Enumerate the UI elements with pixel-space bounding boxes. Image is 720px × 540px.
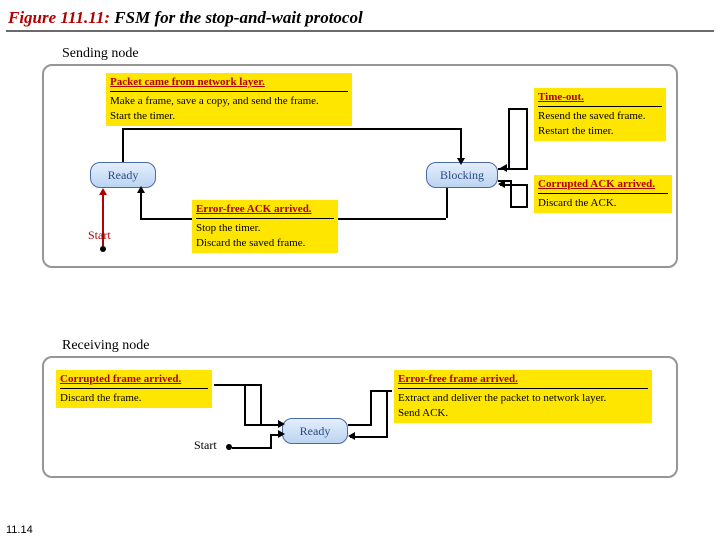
connector [122, 128, 124, 162]
page-number: 11.14 [6, 524, 33, 536]
action-text: Make a frame, save a copy, and send the … [110, 94, 348, 109]
connector [122, 128, 460, 130]
event-text: Error-free ACK arrived. [196, 202, 334, 217]
connector [508, 108, 528, 110]
event-text: Corrupted ACK arrived. [538, 177, 668, 192]
arrow-head [498, 180, 505, 188]
connector [370, 390, 392, 392]
connector [508, 108, 510, 168]
sending-node-label: Sending node [62, 46, 139, 62]
event-text: Corrupted frame arrived. [60, 372, 208, 387]
action-text: Restart the timer. [538, 124, 662, 139]
state-ready-receiving: Ready [282, 418, 348, 444]
arrow-head [278, 430, 285, 438]
event-error-free-ack: Error-free ACK arrived. Stop the timer. … [192, 200, 338, 253]
action-text: Extract and deliver the packet to networ… [398, 391, 648, 406]
event-corrupted-frame: Corrupted frame arrived. Discard the fra… [56, 370, 212, 408]
connector [140, 218, 192, 220]
start-arrow-head [99, 188, 107, 195]
action-text: Send ACK. [398, 406, 648, 421]
connector [244, 384, 246, 424]
state-blocking: Blocking [426, 162, 498, 188]
connector [386, 390, 388, 436]
connector [338, 218, 446, 220]
start-label-sending: Start [88, 228, 111, 243]
figure-title: Figure 111.11: FSM for the stop-and-wait… [0, 0, 720, 30]
connector [526, 184, 528, 208]
start-arrow-line [102, 190, 104, 246]
event-packet-from-network: Packet came from network layer. Make a f… [106, 73, 352, 126]
connector [270, 434, 272, 448]
connector [370, 390, 372, 424]
title-divider [6, 30, 714, 32]
figure-number: Figure 111.11: [8, 8, 110, 27]
action-text: Resend the saved frame. [538, 109, 662, 124]
state-ready-sending: Ready [90, 162, 156, 188]
divider [538, 193, 668, 194]
action-text: Discard the frame. [60, 391, 208, 406]
divider [538, 106, 662, 107]
event-error-free-frame: Error-free frame arrived. Extract and de… [394, 370, 652, 423]
arrow-head [278, 420, 285, 428]
start-dot [100, 246, 106, 252]
action-text: Discard the ACK. [538, 196, 668, 211]
connector [214, 384, 262, 386]
divider [398, 388, 648, 389]
event-timeout: Time-out. Resend the saved frame. Restar… [534, 88, 666, 141]
event-corrupted-ack: Corrupted ACK arrived. Discard the ACK. [534, 175, 672, 213]
connector [260, 384, 262, 424]
connector [350, 436, 388, 438]
connector [244, 424, 280, 426]
action-text: Start the timer. [110, 109, 348, 124]
connector [526, 108, 528, 170]
connector [232, 447, 272, 449]
connector [460, 128, 462, 162]
receiving-node-label: Receiving node [62, 338, 149, 354]
arrow-head [348, 432, 355, 440]
event-text: Packet came from network layer. [110, 75, 348, 90]
event-text: Error-free frame arrived. [398, 372, 648, 387]
figure-caption: FSM for the stop-and-wait protocol [110, 8, 363, 27]
arrow-head [457, 158, 465, 165]
divider [196, 218, 334, 219]
action-text: Stop the timer. [196, 221, 334, 236]
arrow-head [500, 164, 507, 172]
connector [348, 424, 372, 426]
divider [60, 388, 208, 389]
start-label-receiving: Start [194, 438, 217, 453]
connector [446, 188, 448, 218]
action-text: Discard the saved frame. [196, 236, 334, 251]
arrow-head [137, 186, 145, 193]
divider [110, 91, 348, 92]
event-text: Time-out. [538, 90, 662, 105]
